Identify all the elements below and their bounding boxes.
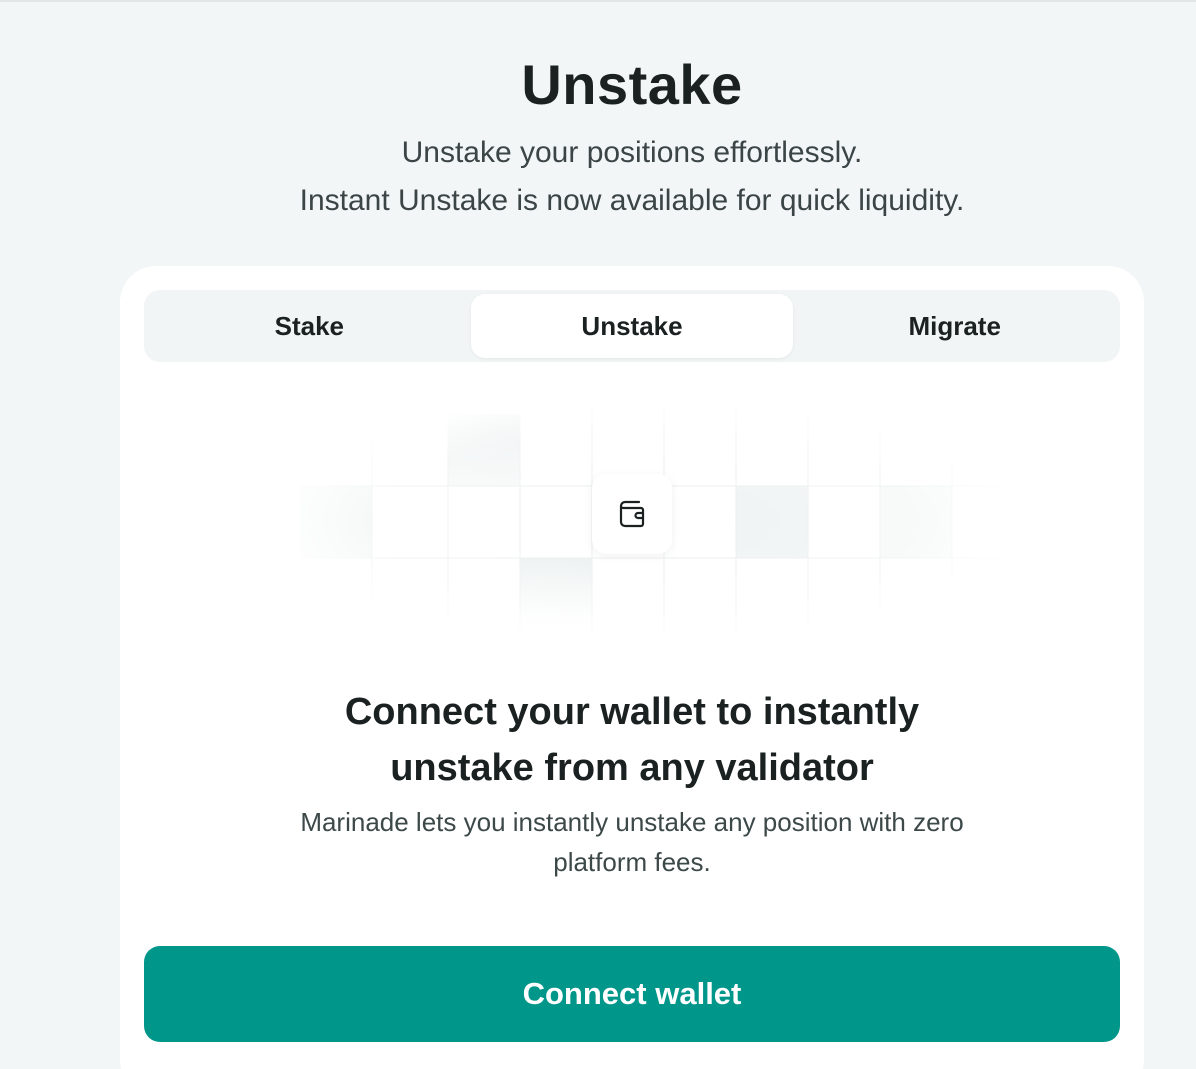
description-line-1: Marinade lets you instantly unstake any … bbox=[300, 807, 964, 837]
page-subtitle: Unstake your positions effortlessly. bbox=[401, 136, 863, 169]
connect-wallet-button[interactable]: Connect wallet bbox=[144, 946, 1120, 1042]
empty-state-headline: Connect your wallet to instantly unstake… bbox=[120, 684, 1144, 796]
grid-cell-shaded bbox=[520, 558, 592, 630]
wallet-icon bbox=[619, 500, 645, 528]
headline-line-2: unstake from any validator bbox=[390, 747, 874, 789]
tab-migrate[interactable]: Migrate bbox=[793, 294, 1116, 358]
page: Unstake Unstake your positions effortles… bbox=[0, 0, 1196, 1069]
unstake-card: Stake Unstake Migrate Connect your walle… bbox=[120, 266, 1144, 1069]
page-subtitle-secondary: Instant Unstake is now available for qui… bbox=[299, 184, 965, 217]
grid-cell-shaded bbox=[300, 486, 372, 558]
empty-state-description: Marinade lets you instantly unstake any … bbox=[120, 802, 1144, 882]
tab-unstake[interactable]: Unstake bbox=[470, 294, 794, 358]
mode-tabs: Stake Unstake Migrate bbox=[144, 290, 1120, 362]
wallet-icon-tile bbox=[592, 474, 672, 554]
grid-cell-shaded bbox=[448, 414, 520, 486]
grid-cell-shaded bbox=[880, 486, 952, 558]
headline-line-1: Connect your wallet to instantly bbox=[344, 691, 920, 733]
description-line-2: platform fees. bbox=[553, 847, 711, 877]
page-title: Unstake bbox=[521, 53, 743, 116]
tab-stake[interactable]: Stake bbox=[148, 294, 471, 358]
grid-cell-shaded bbox=[736, 486, 808, 558]
top-divider bbox=[0, 0, 1196, 2]
